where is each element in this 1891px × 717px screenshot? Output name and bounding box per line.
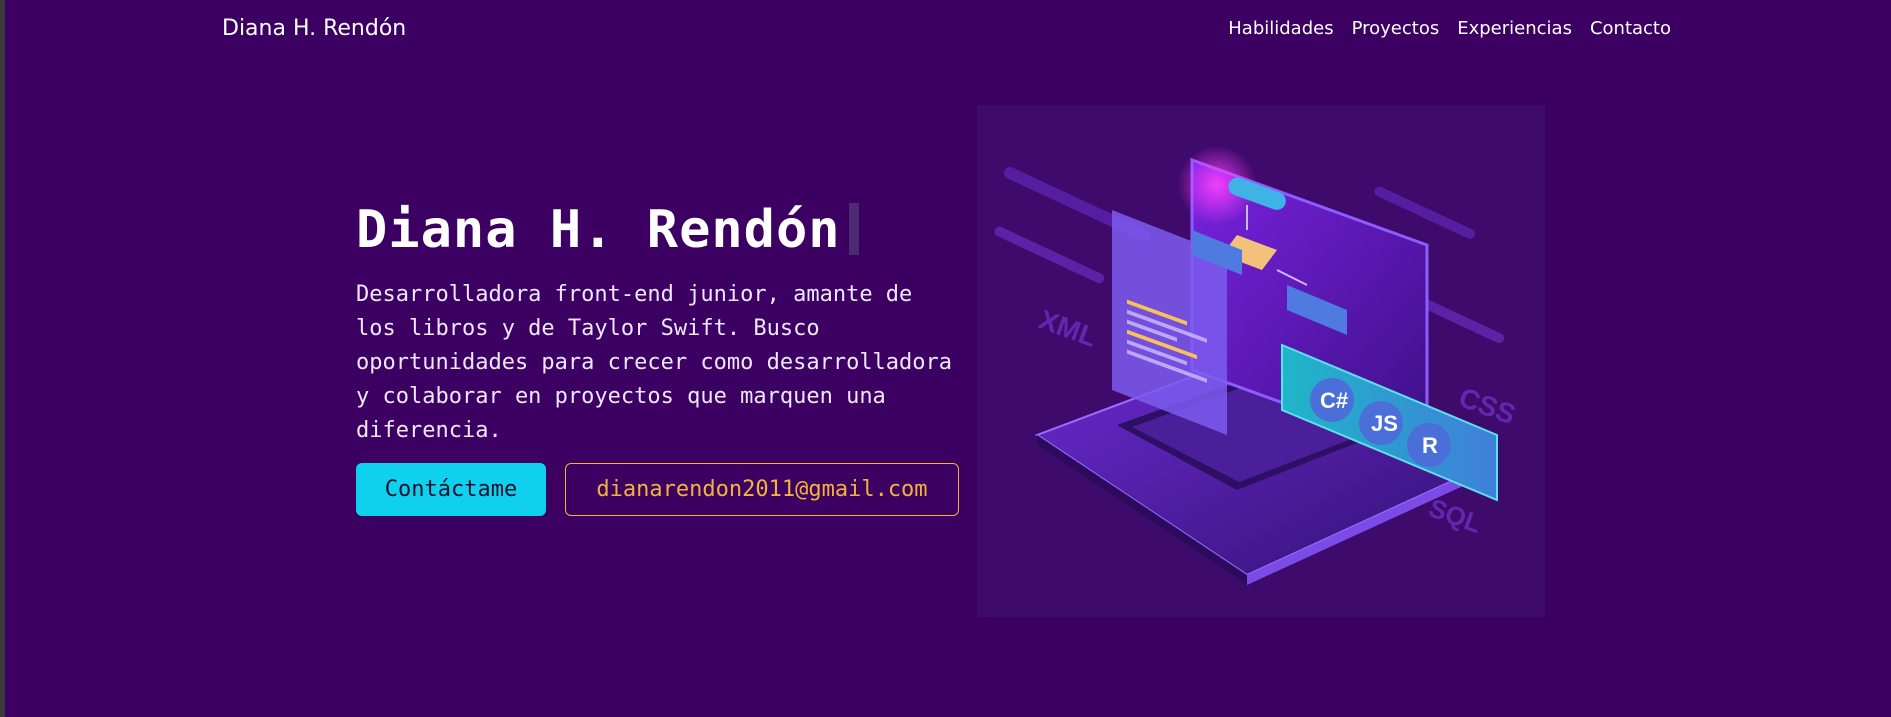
typing-cursor: [848, 203, 859, 255]
hero-description: Desarrolladora front-end junior, amante …: [356, 282, 953, 443]
r-badge-label: R: [1422, 433, 1438, 458]
navbar: Diana H. Rendón Habilidades Proyectos Ex…: [0, 0, 1891, 58]
contact-button[interactable]: Contáctame: [356, 463, 546, 516]
hero-illustration: PHP XML CSS SQL C#: [977, 105, 1545, 617]
js-badge-label: JS: [1371, 411, 1398, 436]
brand-link[interactable]: Diana H. Rendón: [222, 16, 406, 41]
window-edge: [0, 0, 5, 717]
nav-link-proyectos[interactable]: Proyectos: [1352, 18, 1440, 39]
nav-link-habilidades[interactable]: Habilidades: [1228, 18, 1333, 39]
nav-links: Habilidades Proyectos Experiencias Conta…: [1228, 18, 1671, 39]
nav-link-experiencias[interactable]: Experiencias: [1457, 18, 1572, 39]
csharp-badge-label: C#: [1320, 388, 1348, 413]
hero-title: Diana H. Rendón: [356, 200, 859, 260]
hero-title-text: Diana H. Rendón: [356, 200, 841, 260]
email-button[interactable]: dianarendon2011@gmail.com: [565, 463, 959, 516]
nav-link-contacto[interactable]: Contacto: [1590, 18, 1671, 39]
